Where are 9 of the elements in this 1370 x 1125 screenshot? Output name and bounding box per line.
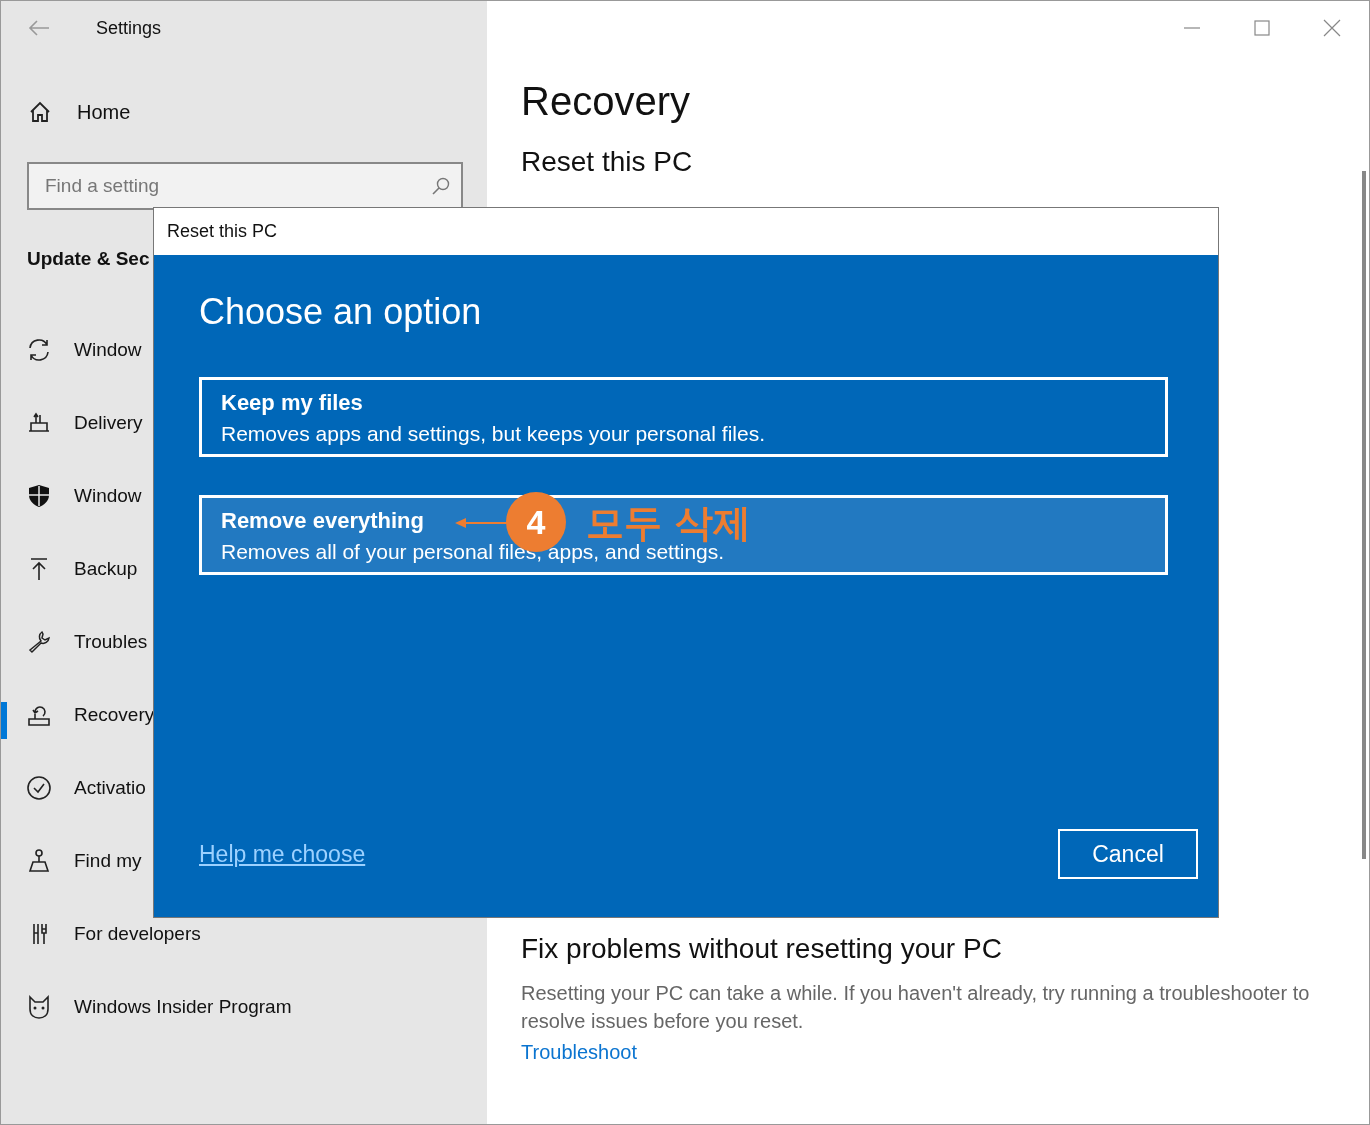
section-heading: Update & Sec bbox=[27, 248, 150, 270]
dialog-heading: Choose an option bbox=[199, 291, 483, 333]
description-text: Resetting your PC can take a while. If you haven't already, try running a troubleshooter to resolve issues before you reset. bbox=[521, 981, 1311, 1034]
section-heading: Reset this PC bbox=[521, 146, 694, 178]
window-title: Settings bbox=[96, 17, 162, 39]
section-heading: Fix problems without resetting your PC bbox=[521, 933, 1003, 965]
annotation-text: 모두 삭제 bbox=[586, 500, 752, 545]
dialog-title: Reset this PC bbox=[154, 208, 1218, 255]
page-title: Recovery bbox=[521, 79, 691, 124]
